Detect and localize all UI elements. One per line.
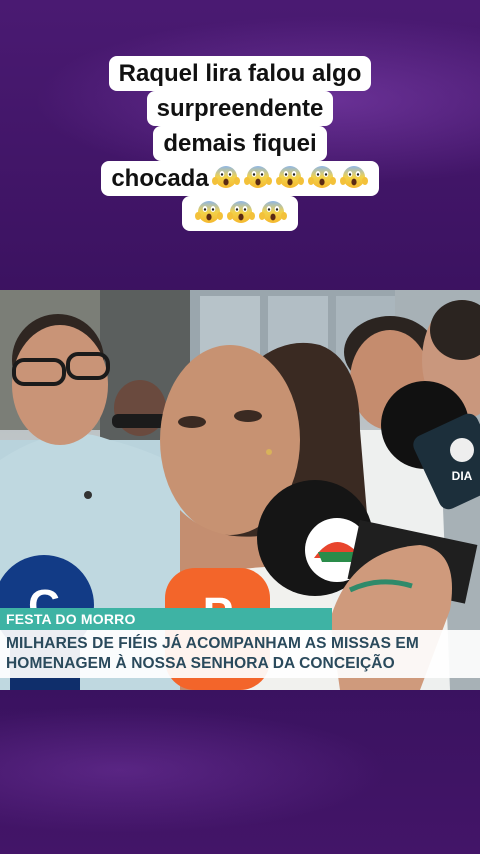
- caption-sticker: Raquel lira falou algo surpreendente dem…: [0, 56, 480, 231]
- svg-text:DIA: DIA: [452, 469, 473, 483]
- face-screaming-in-fear-icon: [339, 166, 368, 188]
- emoji-row-1: [209, 165, 369, 192]
- face-screaming-in-fear-icon: [227, 201, 255, 223]
- caption-line-5: [182, 196, 298, 231]
- news-label-festa-do-morro: FESTA DO MORRO: [0, 608, 332, 630]
- news-headline-bar: MILHARES DE FIÉIS JÁ ACOMPANHAM AS MISSA…: [0, 630, 480, 678]
- face-screaming-in-fear-icon: [307, 166, 336, 188]
- caption-line-2: surpreendente: [146, 91, 334, 126]
- caption-line-4: chocada: [101, 161, 379, 196]
- face-screaming-in-fear-icon: [243, 166, 272, 188]
- headline-line-2: HOMENAGEM À NOSSA SENHORA DA CONCEIÇÃO: [6, 655, 395, 672]
- headline-line-1: MILHARES DE FIÉIS JÁ ACOMPANHAM AS MISSA…: [6, 635, 419, 652]
- caption-line-1: Raquel lira falou algo: [108, 56, 372, 91]
- emoji-row-2: [192, 200, 288, 227]
- face-screaming-in-fear-icon: [195, 201, 223, 223]
- caption-line-4-text: chocada: [111, 165, 209, 192]
- video-frame[interactable]: C P DIA FESTA DO MORRO MILHARES DE FIÉIS…: [0, 290, 480, 690]
- face-screaming-in-fear-icon: [259, 201, 287, 223]
- face-screaming-in-fear-icon: [211, 166, 240, 188]
- face-screaming-in-fear-icon: [275, 166, 304, 188]
- caption-line-3: demais fiquei: [153, 126, 327, 161]
